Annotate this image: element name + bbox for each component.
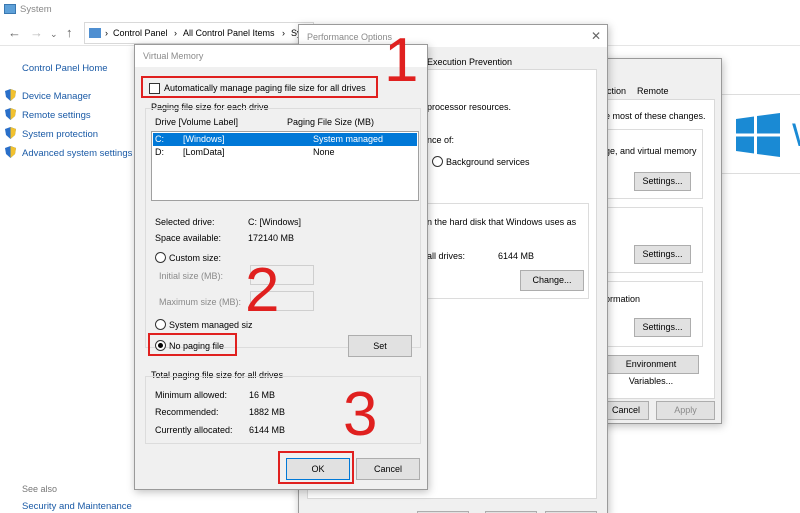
environment-variables-button[interactable]: Environment Variables... [603, 355, 699, 386]
breadcrumb-separator-icon: › [105, 28, 108, 38]
close-icon[interactable]: ✕ [591, 29, 601, 43]
user-profiles-settings-button[interactable]: Settings... [634, 245, 691, 264]
recommended-label: Recommended: [155, 407, 219, 417]
selected-drive-value: C: [Windows] [248, 217, 302, 227]
shield-icon [5, 108, 16, 120]
computer-icon [4, 4, 16, 14]
annotation-box-no-paging [148, 333, 237, 356]
set-button[interactable]: Set [348, 335, 412, 357]
annotation-box-auto-manage [141, 76, 378, 98]
table-row[interactable]: C: [Windows] System managed [153, 133, 417, 146]
chevron-down-icon[interactable]: ⌄ [50, 29, 58, 40]
drive-volume-label: [Windows] [183, 134, 225, 144]
window-title: System [20, 4, 52, 15]
background-services-radio[interactable] [432, 156, 443, 167]
sidebar-item-advanced-settings[interactable]: Advanced system settings [22, 148, 132, 159]
startup-desc-text: ormation [605, 294, 641, 304]
tab-computer-name[interactable]: ction [607, 86, 626, 96]
annotation-step-3: 3 [343, 380, 378, 449]
column-header-size: Paging File Size (MB) [287, 117, 375, 127]
tab-data-execution-prevention[interactable]: Execution Prevention [427, 57, 512, 67]
background-services-label: Background services [446, 157, 530, 167]
recommended-value: 1882 MB [249, 407, 286, 417]
custom-size-label: Custom size: [169, 253, 222, 263]
performance-options-title: Performance Options [307, 32, 393, 42]
virtual-memory-dialog: Virtual Memory Automatically manage pagi… [134, 44, 428, 490]
virtual-memory-title: Virtual Memory [143, 51, 204, 61]
tab-strip: ction Remote [599, 83, 723, 99]
minimum-allowed-value: 16 MB [249, 390, 276, 400]
space-available-value: 172140 MB [248, 233, 295, 243]
shield-icon [5, 89, 16, 101]
drive-letter: D: [155, 147, 164, 157]
windows-logo-band: W [722, 94, 800, 174]
system-properties-cancel-button[interactable]: Cancel [603, 401, 649, 420]
breadcrumb-control-panel[interactable]: Control Panel [113, 28, 168, 38]
selected-drive-label: Selected drive: [155, 217, 215, 227]
windows-logo-text: W [792, 117, 800, 154]
system-managed-radio[interactable] [155, 319, 166, 330]
system-properties-apply-button[interactable]: Apply [656, 401, 715, 420]
change-button[interactable]: Change... [520, 270, 584, 291]
breadcrumb-separator-icon: › [282, 28, 285, 38]
cancel-button[interactable]: Cancel [356, 458, 420, 480]
initial-size-label: Initial size (MB): [159, 271, 224, 281]
windows-logo-icon [736, 113, 780, 157]
minimum-allowed-label: Minimum allowed: [155, 390, 228, 400]
maximum-size-label: Maximum size (MB): [159, 297, 242, 307]
admin-note-text: e most of these changes. [605, 111, 706, 121]
shield-icon [5, 127, 16, 139]
annotation-step-1: 1 [384, 26, 419, 95]
drive-letter: C: [155, 134, 164, 144]
system-managed-label: System managed siz [169, 320, 253, 330]
performance-settings-button[interactable]: Settings... [634, 172, 691, 191]
performance-desc-text: ge, and virtual memory [605, 146, 697, 156]
up-arrow-icon[interactable]: ↑ [66, 25, 73, 40]
address-box[interactable]: › Control Panel › All Control Panel Item… [84, 22, 314, 44]
control-panel-icon [89, 28, 101, 38]
system-properties-dialog: ction Remote e most of these changes. ge… [598, 58, 722, 424]
annotation-step-2: 2 [245, 256, 280, 325]
system-window-titlebar: System [0, 0, 800, 20]
column-header-drive: Drive [Volume Label] [155, 117, 239, 127]
currently-allocated-value: 6144 MB [249, 425, 286, 435]
forward-arrow-icon[interactable]: → [30, 25, 43, 40]
hard-disk-text: n the hard disk that Windows uses as [427, 217, 577, 227]
control-panel-home-link[interactable]: Control Panel Home [22, 63, 108, 74]
tab-remote[interactable]: Remote [637, 86, 669, 96]
currently-allocated-label: Currently allocated: [155, 425, 233, 435]
annotation-box-ok [278, 451, 354, 484]
back-arrow-icon[interactable]: ← [8, 25, 21, 40]
processor-resources-text: processor resources. [427, 102, 512, 112]
table-row[interactable]: D: [LomData] None [153, 146, 417, 159]
all-drives-value: 6144 MB [498, 251, 535, 261]
security-maintenance-link[interactable]: Security and Maintenance [22, 501, 132, 512]
startup-recovery-group [603, 281, 703, 347]
see-also-label: See also [22, 484, 58, 494]
sidebar-item-system-protection[interactable]: System protection [22, 129, 98, 140]
space-available-label: Space available: [155, 233, 222, 243]
performance-of-text: nce of: [427, 135, 455, 145]
breadcrumb-separator-icon: › [174, 28, 177, 38]
shield-icon [5, 146, 16, 158]
drive-paging-size: System managed [313, 134, 384, 144]
breadcrumb-all-items[interactable]: All Control Panel Items [183, 28, 275, 38]
sidebar-item-device-manager[interactable]: Device Manager [22, 91, 91, 102]
drive-volume-label: [LomData] [183, 147, 225, 157]
custom-size-radio[interactable] [155, 252, 166, 263]
sidebar-item-remote-settings[interactable]: Remote settings [22, 110, 91, 121]
startup-settings-button[interactable]: Settings... [634, 318, 691, 337]
all-drives-label: all drives: [427, 251, 466, 261]
drive-paging-size: None [313, 147, 335, 157]
